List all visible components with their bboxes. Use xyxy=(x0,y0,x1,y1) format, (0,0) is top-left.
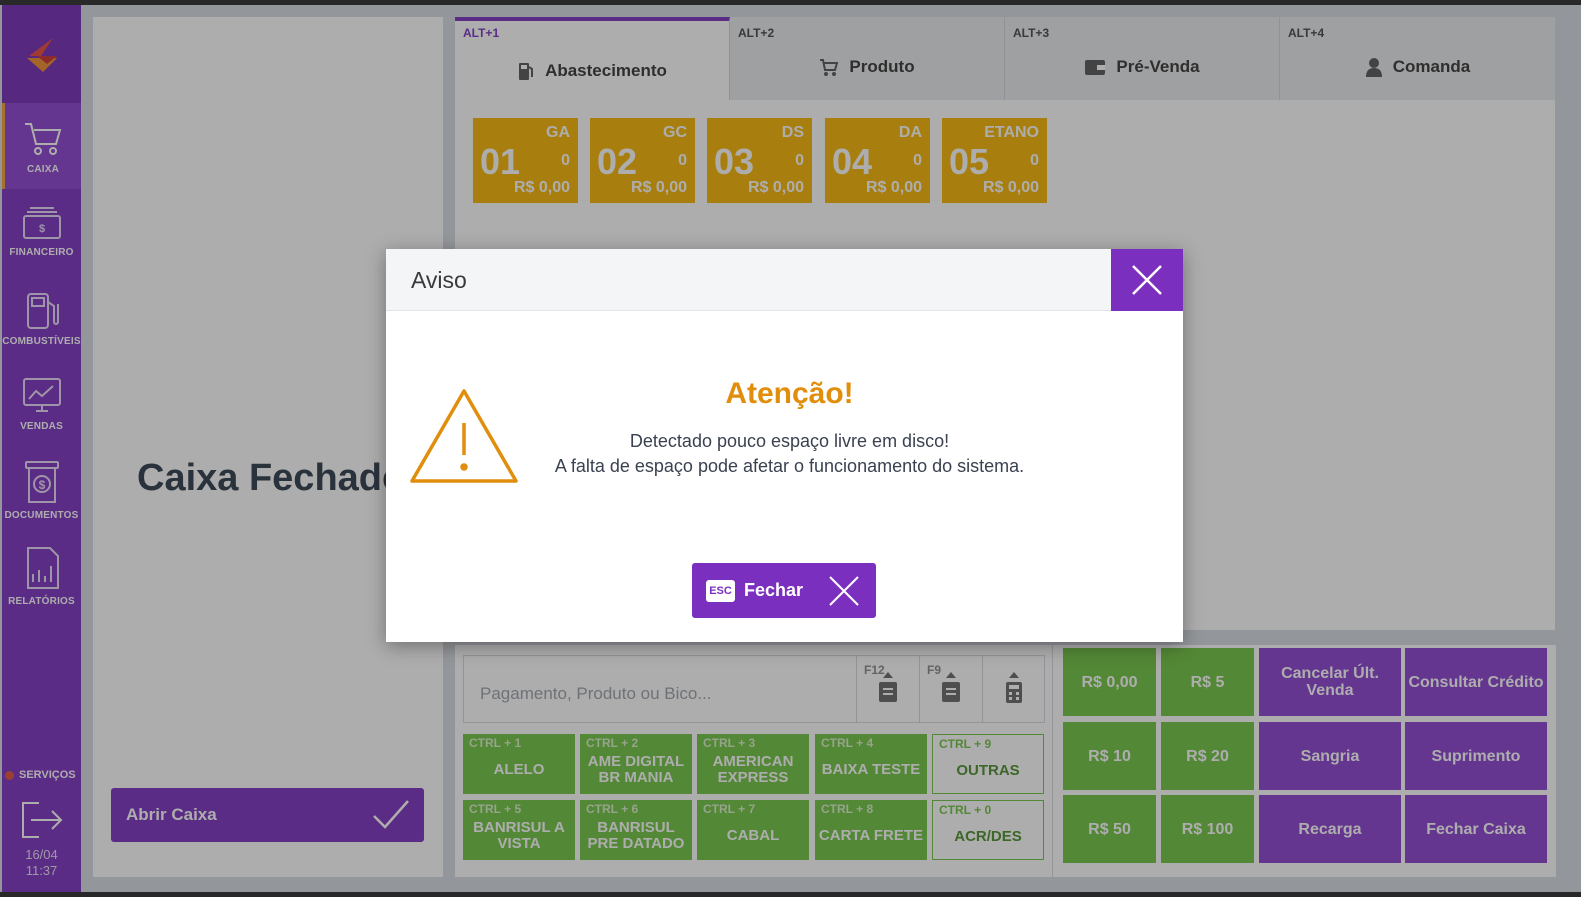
message-line-1: Detectado pouco espaço livre em disco! xyxy=(629,431,950,451)
dialog-message: Detectado pouco espaço livre em disco! A… xyxy=(386,429,1183,479)
close-icon xyxy=(829,576,859,606)
dialog-header: Aviso xyxy=(386,249,1183,311)
close-dialog-button[interactable]: ESC Fechar xyxy=(692,563,876,618)
esc-key-badge: ESC xyxy=(706,579,735,602)
dialog-title: Aviso xyxy=(411,267,467,293)
close-label: Fechar xyxy=(744,580,804,600)
warning-dialog: Aviso Atenção! Detectado pouco espaço li… xyxy=(386,249,1183,642)
dialog-heading: Atenção! xyxy=(725,377,854,410)
message-line-2: A falta de espaço pode afetar o funciona… xyxy=(554,456,1025,476)
dialog-close-button[interactable] xyxy=(1111,249,1183,311)
close-icon xyxy=(1132,265,1162,295)
